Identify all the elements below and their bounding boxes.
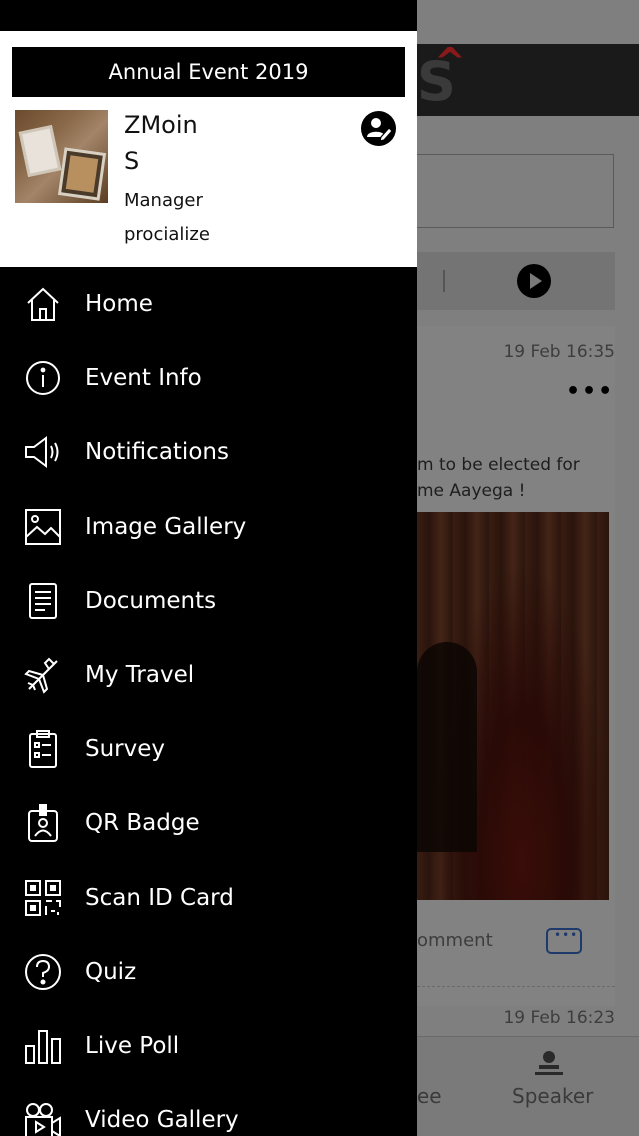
navigation-drawer: Annual Event 2019 ZMoin S Manager procia… xyxy=(0,0,417,1136)
qr-code-icon xyxy=(23,878,63,918)
menu-item-notifications[interactable]: Notifications xyxy=(0,415,417,489)
menu-label: Home xyxy=(85,291,153,318)
post-text-line: m to be elected for xyxy=(417,455,580,475)
image-icon xyxy=(23,507,63,547)
video-camera-icon xyxy=(23,1100,63,1136)
document-icon xyxy=(23,581,63,621)
media-separator xyxy=(443,270,445,292)
user-role: Manager xyxy=(124,190,203,211)
speaker-podium-icon xyxy=(535,1051,563,1075)
post-text-line: me Aayega ! xyxy=(417,481,526,501)
menu-label: Live Poll xyxy=(85,1032,180,1059)
status-bar xyxy=(0,0,417,31)
more-options-icon[interactable]: ••• xyxy=(566,381,614,403)
menu-label: Notifications xyxy=(85,439,229,466)
menu-label: Survey xyxy=(85,736,166,763)
clipboard-icon xyxy=(23,729,63,769)
chat-bubble-icon[interactable] xyxy=(546,928,582,954)
menu-item-survey[interactable]: Survey xyxy=(0,712,417,786)
question-icon xyxy=(23,952,63,992)
user-organization: procialize xyxy=(124,224,210,245)
menu-item-home[interactable]: Home xyxy=(0,267,417,341)
event-title: Annual Event 2019 xyxy=(12,47,405,97)
menu-item-live-poll[interactable]: Live Poll xyxy=(0,1009,417,1083)
tab-attendee[interactable]: ee xyxy=(417,1084,442,1108)
post-photo[interactable] xyxy=(417,512,609,900)
home-icon xyxy=(23,284,63,324)
bar-chart-icon xyxy=(23,1026,63,1066)
info-icon xyxy=(23,358,63,398)
drawer-menu: Home Event Info Notifications Image Gall… xyxy=(0,267,417,1136)
menu-label: Image Gallery xyxy=(85,513,247,540)
menu-item-quiz[interactable]: Quiz xyxy=(0,935,417,1009)
logo-caret: ^ xyxy=(434,40,466,84)
tab-speaker[interactable]: Speaker xyxy=(512,1084,593,1108)
edit-profile-icon[interactable] xyxy=(361,111,396,146)
menu-label: Documents xyxy=(85,587,217,614)
avatar-photo-detail xyxy=(57,147,107,201)
menu-item-image-gallery[interactable]: Image Gallery xyxy=(0,490,417,564)
play-icon[interactable] xyxy=(517,264,551,298)
post-input-box[interactable] xyxy=(417,154,614,228)
megaphone-icon xyxy=(23,432,63,472)
menu-item-event-info[interactable]: Event Info xyxy=(0,341,417,415)
avatar-photo-detail xyxy=(18,124,62,178)
divider xyxy=(417,986,615,987)
menu-label: QR Badge xyxy=(85,810,200,837)
menu-label: Video Gallery xyxy=(85,1107,239,1134)
menu-item-documents[interactable]: Documents xyxy=(0,564,417,638)
menu-item-my-travel[interactable]: My Travel xyxy=(0,638,417,712)
post-timestamp: 19 Feb 16:35 xyxy=(503,342,615,362)
menu-item-video-gallery[interactable]: Video Gallery xyxy=(0,1083,417,1136)
badge-icon xyxy=(23,803,63,843)
post-text: m to be elected for me Aayega ! xyxy=(417,452,617,504)
menu-label: My Travel xyxy=(85,662,195,689)
comment-link[interactable]: omment xyxy=(417,930,493,951)
menu-label: Event Info xyxy=(85,365,202,392)
menu-label: Quiz xyxy=(85,958,137,985)
menu-item-scan-id-card[interactable]: Scan ID Card xyxy=(0,861,417,935)
profile-header: Annual Event 2019 ZMoin S Manager procia… xyxy=(0,31,417,267)
user-name: ZMoin S xyxy=(124,111,198,175)
menu-label: Scan ID Card xyxy=(85,884,234,911)
media-bar xyxy=(417,252,615,310)
menu-item-qr-badge[interactable]: QR Badge xyxy=(0,786,417,860)
avatar[interactable] xyxy=(15,110,108,203)
airplane-icon xyxy=(23,655,63,695)
post-timestamp: 19 Feb 16:23 xyxy=(503,1008,615,1028)
